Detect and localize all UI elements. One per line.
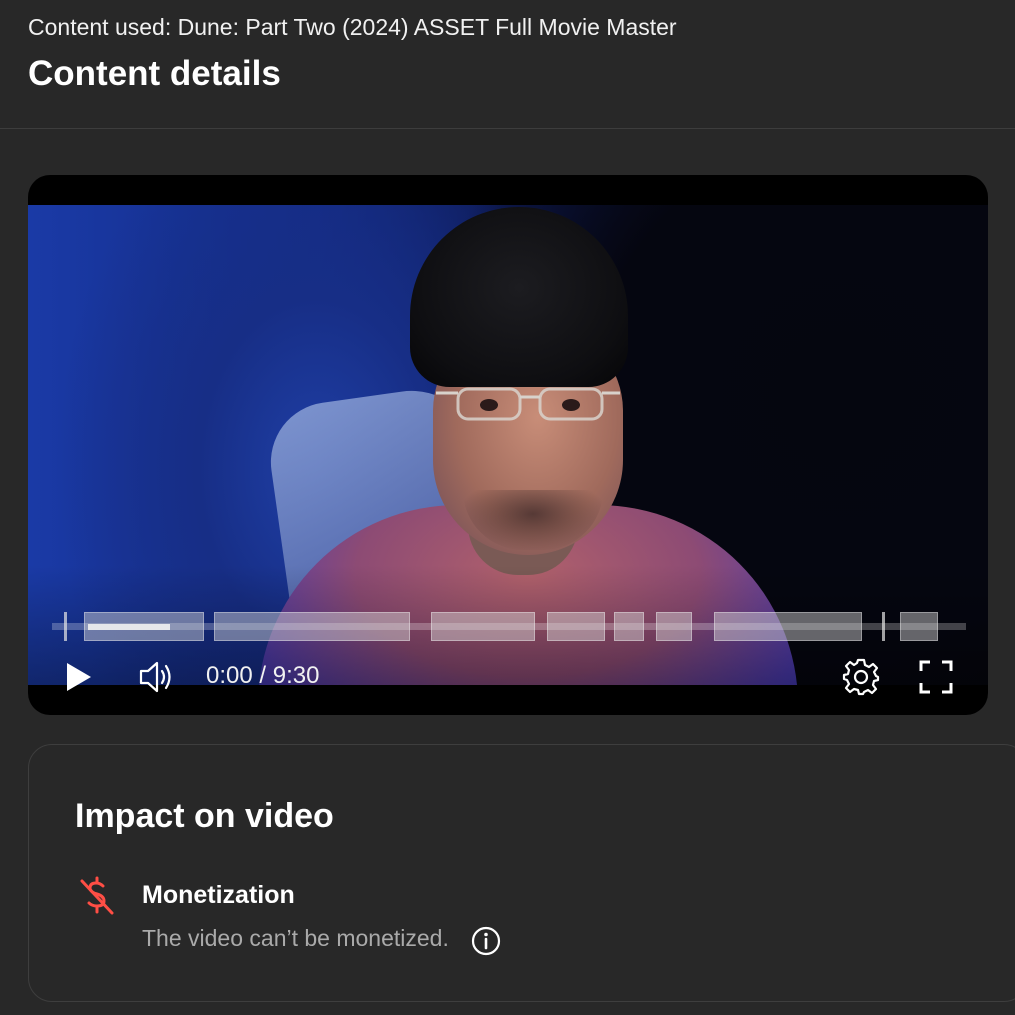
impact-card: Impact on video Monetization The video c…	[28, 744, 1015, 1002]
claim-segment[interactable]	[64, 612, 67, 641]
monetization-label: Monetization	[142, 881, 295, 909]
progress-buffered	[88, 624, 170, 630]
time-display: 0:00 / 9:30	[206, 662, 320, 689]
claim-segment[interactable]	[656, 612, 692, 641]
video-person-beanie	[410, 207, 628, 387]
play-icon[interactable]	[64, 661, 94, 693]
claim-segment[interactable]	[900, 612, 938, 641]
claim-segment[interactable]	[431, 612, 535, 641]
claim-segment[interactable]	[714, 612, 862, 641]
gear-icon[interactable]	[842, 658, 880, 696]
claim-segment[interactable]	[614, 612, 644, 641]
claim-segment[interactable]	[547, 612, 605, 641]
progress-bar[interactable]	[52, 612, 966, 642]
content-used-label: Content used: Dune: Part Two (2024) ASSE…	[28, 14, 677, 40]
claim-segment[interactable]	[214, 612, 410, 641]
no-money-icon	[80, 876, 114, 915]
fullscreen-icon[interactable]	[918, 659, 954, 695]
page-header: Content used: Dune: Part Two (2024) ASSE…	[0, 0, 1015, 129]
claim-segment[interactable]	[882, 612, 885, 641]
info-icon[interactable]	[470, 925, 502, 957]
volume-icon[interactable]	[138, 659, 176, 695]
page-title: Content details	[28, 54, 281, 93]
player-controls: 0:00 / 9:30	[28, 645, 988, 709]
impact-title: Impact on video	[75, 797, 334, 835]
video-player[interactable]: 0:00 / 9:30	[28, 175, 988, 715]
video-person-glasses	[436, 387, 620, 421]
monetization-description: The video can’t be monetized.	[142, 925, 449, 951]
